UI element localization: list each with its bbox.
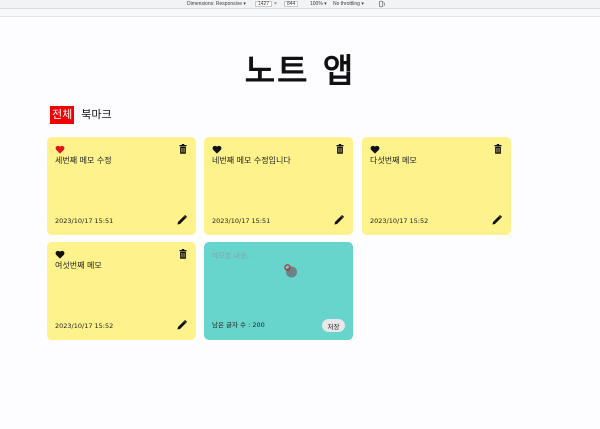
note-date: 2023/10/17 15:51 [55,217,114,225]
new-note-card[interactable]: 메모할 내용... 남은 글자 수 : 200 저장 [204,242,353,340]
note-date: 2023/10/17 15:52 [370,217,429,225]
note-text: 네번째 메모 수정입니다 [212,156,291,165]
page-title: 노트 앱 [244,51,356,90]
note-date: 2023/10/17 15:52 [55,322,114,330]
pencil-icon[interactable] [492,215,502,225]
heart-icon[interactable] [370,145,380,154]
cursor-icon [284,264,297,278]
note-card[interactable]: 세번째 메모 수정 2023/10/17 15:51 [47,137,196,235]
pencil-icon[interactable] [177,320,187,330]
filter-tabs: 전체 북마크 [50,106,114,124]
trash-icon[interactable] [336,144,344,154]
times-sign: × [274,1,277,7]
note-text: 세번째 메모 수정 [55,156,112,165]
trash-icon[interactable] [179,144,187,154]
note-text: 다섯번째 메모 [370,156,417,165]
save-button[interactable]: 저장 [322,319,345,332]
tab-bookmark[interactable]: 북마크 [79,106,113,124]
trash-icon[interactable] [494,144,502,154]
note-card[interactable]: 여섯번째 메모 2023/10/17 15:52 [47,242,196,340]
zoom-dropdown[interactable]: 100% ▾ [310,1,327,7]
ruler [0,9,600,17]
heart-icon[interactable] [55,145,65,154]
throttle-dropdown[interactable]: No throttling ▾ [333,1,364,7]
note-card[interactable]: 네번째 메모 수정입니다 2023/10/17 15:51 [204,137,353,235]
heart-icon[interactable] [55,250,65,259]
heart-icon[interactable] [212,145,222,154]
devtools-toolbar: Dimensions: Responsive ▾ 1427 × 844 100%… [0,0,600,17]
height-input[interactable]: 844 [284,1,299,7]
note-text: 여섯번째 메모 [55,261,102,270]
note-card[interactable]: 다섯번째 메모 2023/10/17 15:52 [362,137,511,235]
new-note-input[interactable]: 메모할 내용... [212,251,253,261]
dimensions-dropdown[interactable]: Dimensions: Responsive ▾ [187,1,246,7]
pencil-icon[interactable] [334,215,344,225]
width-input[interactable]: 1427 [255,1,273,7]
rotate-icon[interactable] [378,0,386,8]
note-date: 2023/10/17 15:51 [212,217,271,225]
trash-icon[interactable] [179,249,187,259]
pencil-icon[interactable] [177,215,187,225]
tab-all[interactable]: 전체 [50,106,75,124]
remaining-count: 남은 글자 수 : 200 [212,321,265,329]
